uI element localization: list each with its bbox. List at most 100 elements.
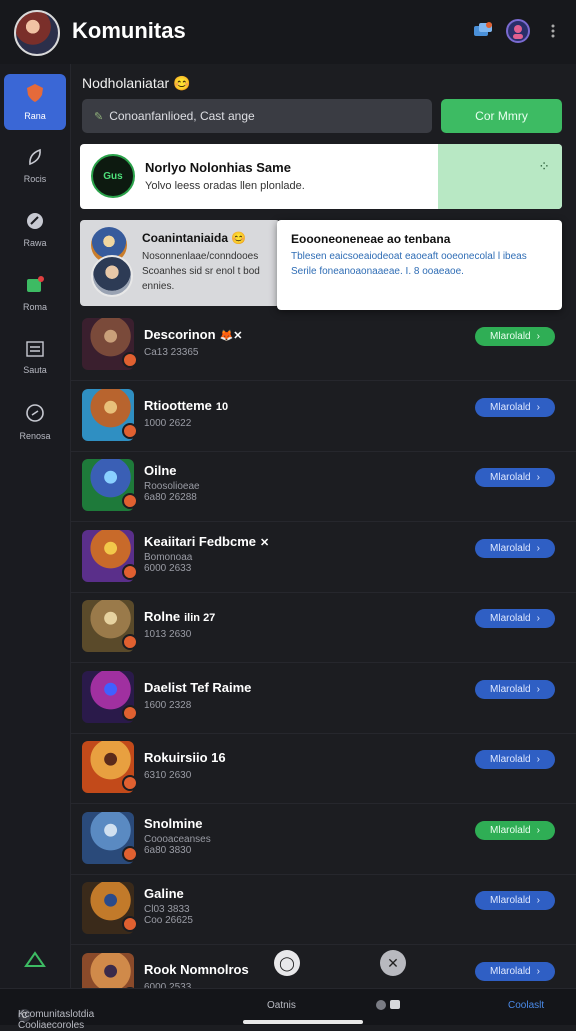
chevron-right-icon: › bbox=[536, 331, 540, 342]
app-header: Komunitas bbox=[0, 0, 576, 64]
popup-link[interactable]: Tblesen eaicsoeaiodeoat eaoeaft ooeoneco… bbox=[291, 251, 527, 262]
sidebar: Rana Rocis Rawa Roma Sauta Renosa bbox=[0, 64, 71, 988]
list-item[interactable]: Rtiootteme 10 1000 2622 Mlarolald › bbox=[70, 381, 576, 452]
status-badge bbox=[122, 563, 138, 580]
tooltip-popup[interactable]: Eoooneoneneae ao tenbana Tblesen eaicsoe… bbox=[277, 220, 562, 310]
bottom-right-link[interactable]: Coolaslt bbox=[508, 1000, 544, 1011]
game-meta: Roosolioeae 6a80 26288 bbox=[144, 481, 200, 503]
chevron-right-icon: › bbox=[536, 754, 540, 765]
list-icon bbox=[26, 341, 44, 360]
sidebar-item-rocis[interactable]: Rocis bbox=[4, 138, 66, 194]
banner-accent bbox=[438, 144, 562, 209]
eye-icon[interactable] bbox=[375, 998, 401, 1015]
more-vertical-icon[interactable] bbox=[540, 18, 566, 44]
sidebar-item-rana[interactable]: Rana bbox=[4, 74, 66, 130]
chevron-right-icon: › bbox=[536, 613, 540, 624]
join-button[interactable]: Mlarolald › bbox=[475, 538, 555, 558]
flag-icon bbox=[25, 276, 45, 297]
banner-logo: Gus bbox=[91, 154, 135, 198]
list-item[interactable]: Rokuirsiio 16 6310 2630 Mlarolald › bbox=[70, 733, 576, 804]
banner-subtitle: Yolvo leess oradas llen plonlade. bbox=[145, 180, 305, 192]
notification-line: Nosonnenlaae/conndooes bbox=[142, 251, 259, 262]
bottom-center-tab[interactable]: Oatnis bbox=[267, 1000, 296, 1011]
avatar bbox=[91, 255, 133, 297]
notification-line: Scoanhes sid sr enol t bod bbox=[142, 266, 260, 277]
game-name: Galine bbox=[144, 886, 184, 901]
join-button[interactable]: Mlarolald › bbox=[475, 397, 555, 417]
join-button[interactable]: Mlarolald › bbox=[475, 468, 555, 487]
chevron-right-icon: › bbox=[536, 472, 540, 483]
chevron-right-icon: › bbox=[536, 895, 540, 906]
join-button[interactable]: Mlarolald › bbox=[475, 820, 555, 840]
shield-icon bbox=[25, 83, 45, 106]
join-button[interactable]: Mlarolald › bbox=[475, 750, 555, 769]
banner-title: Norlyo Nolonhias Same bbox=[145, 160, 291, 175]
notification-line: ennies. bbox=[142, 281, 175, 292]
sidebar-item-sauta[interactable]: Sauta bbox=[4, 330, 66, 386]
chat-bubble-icon[interactable] bbox=[470, 18, 496, 44]
status-badge bbox=[122, 775, 138, 791]
status-badge bbox=[122, 704, 138, 721]
user-avatar-icon[interactable] bbox=[505, 18, 531, 44]
game-name: Keaiitari Fedbcme ✕ bbox=[144, 533, 270, 549]
game-name: Rtiootteme 10 bbox=[144, 397, 229, 413]
list-item[interactable]: Daelist Tef Raime 1600 2328 Mlarolald › bbox=[70, 663, 576, 734]
home-indicator bbox=[243, 1020, 363, 1024]
join-button[interactable]: Mlarolald › bbox=[475, 679, 555, 699]
list-item[interactable]: Descorinon 🦊✕ Ca13 23365 Mlarolald › bbox=[70, 310, 576, 381]
close-icon[interactable]: ✕ bbox=[380, 950, 406, 976]
join-button[interactable]: Mlarolald › bbox=[475, 327, 555, 346]
game-name: Rokuirsiio 16 bbox=[144, 750, 226, 765]
popup-title: Eoooneoneneae ao tenbana bbox=[291, 232, 451, 246]
status-badge bbox=[122, 352, 138, 368]
page-title: Komunitas bbox=[72, 18, 186, 43]
chevron-right-icon: › bbox=[536, 965, 540, 977]
notification-title: Coanintaniaida 😊 bbox=[142, 231, 247, 245]
chevron-right-icon: › bbox=[536, 683, 540, 695]
list-item[interactable]: Oilne Roosolioeae 6a80 26288 Mlarolald › bbox=[70, 451, 576, 522]
search-icon: ✎ bbox=[94, 110, 104, 123]
game-meta: Cl03 3833 Coo 26625 bbox=[144, 904, 193, 926]
search-input[interactable]: ✎ Conoanfanlioed, Cast ange bbox=[82, 99, 432, 133]
status-badge bbox=[122, 634, 138, 650]
game-name: Rolne ilin 27 bbox=[144, 609, 216, 624]
notification-card[interactable]: Coanintaniaida 😊 Nosonnenlaae/conndooes … bbox=[80, 220, 280, 306]
game-meta: 1600 2328 bbox=[144, 699, 192, 711]
grid-menu-icon[interactable]: ⁘ bbox=[538, 158, 550, 175]
featured-banner[interactable]: Gus Norlyo Nolonhias Same Yolvo leess or… bbox=[80, 144, 562, 209]
home-icon[interactable] bbox=[24, 950, 46, 973]
sidebar-item-rawa[interactable]: Rawa bbox=[4, 202, 66, 258]
game-meta: Bomonoaa 6000 2633 bbox=[144, 551, 193, 574]
popup-link[interactable]: Serile foneanoaonaaeae. I. 8 ooaeaoe. bbox=[291, 266, 464, 277]
status-badge bbox=[122, 916, 138, 932]
chevron-right-icon: › bbox=[536, 824, 540, 836]
game-meta: 1013 2630 bbox=[144, 629, 192, 640]
chevron-right-icon: › bbox=[536, 542, 540, 554]
search-button[interactable]: Cor Mmry bbox=[441, 99, 562, 133]
game-meta: 6310 2630 bbox=[144, 770, 192, 781]
join-button[interactable]: Mlarolald › bbox=[475, 891, 555, 910]
list-item[interactable]: Snolmine Coooaceanses 6a80 3830 Mlarolald › bbox=[70, 804, 576, 875]
game-meta: 1000 2622 bbox=[144, 417, 192, 429]
profile-avatar[interactable] bbox=[14, 10, 60, 56]
game-meta: Ca13 23365 bbox=[144, 347, 199, 358]
game-name: Oilne bbox=[144, 463, 177, 478]
game-name: Descorinon 🦊✕ bbox=[144, 327, 243, 342]
leaf-icon bbox=[26, 148, 44, 169]
section-title: Nodholaniatar 😊 bbox=[82, 75, 191, 91]
join-button[interactable]: Mlarolald › bbox=[475, 609, 555, 628]
circle-icon[interactable]: ◯ bbox=[274, 950, 300, 976]
game-meta: Coooaceanses 6a80 3830 bbox=[144, 833, 211, 856]
list-item[interactable]: Galine Cl03 3833 Coo 26625 Mlarolald › bbox=[70, 874, 576, 945]
game-name: Snolmine bbox=[144, 815, 203, 831]
join-button[interactable]: Mlarolald › bbox=[475, 961, 555, 981]
chevron-right-icon: › bbox=[536, 401, 540, 413]
status-badge bbox=[122, 422, 138, 439]
game-name: Daelist Tef Raime bbox=[144, 679, 252, 695]
sidebar-item-roma[interactable]: Roma bbox=[4, 266, 66, 322]
list-item[interactable]: Rolne ilin 27 1013 2630 Mlarolald › bbox=[70, 592, 576, 663]
sidebar-item-renosa[interactable]: Renosa bbox=[4, 394, 66, 450]
game-name: Rook Nomnolros bbox=[144, 961, 249, 977]
brush-icon bbox=[26, 212, 44, 233]
list-item[interactable]: Keaiitari Fedbcme ✕ Bomonoaa 6000 2633 Mlaro… bbox=[70, 522, 576, 593]
